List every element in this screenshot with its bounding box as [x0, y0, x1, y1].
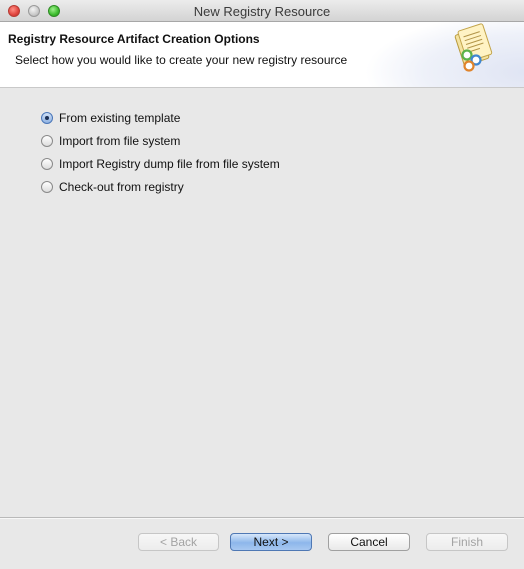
registry-documents-icon — [454, 23, 493, 72]
radio-check-out-from-registry[interactable] — [41, 181, 53, 193]
title-bar: New Registry Resource — [0, 0, 524, 22]
cancel-button[interactable]: Cancel — [328, 533, 410, 551]
radio-import-from-file-system[interactable] — [41, 135, 53, 147]
wizard-header: Registry Resource Artifact Creation Opti… — [0, 22, 524, 88]
option-label: Check-out from registry — [59, 180, 184, 194]
finish-button[interactable]: Finish — [426, 533, 508, 551]
option-import-registry-dump[interactable]: Import Registry dump file from file syst… — [41, 156, 280, 172]
option-import-from-file-system[interactable]: Import from file system — [41, 133, 180, 149]
option-check-out-from-registry[interactable]: Check-out from registry — [41, 179, 184, 195]
radio-import-registry-dump[interactable] — [41, 158, 53, 170]
button-bar-divider-highlight — [0, 518, 524, 519]
next-button[interactable]: Next > — [230, 533, 312, 551]
option-label: Import from file system — [59, 134, 181, 148]
option-label: Import Registry dump file from file syst… — [59, 157, 280, 171]
window-title: New Registry Resource — [193, 4, 331, 19]
back-button[interactable]: < Back — [138, 533, 219, 551]
header-description: Select how you would like to create your… — [15, 53, 348, 67]
radio-from-existing-template[interactable] — [41, 112, 53, 124]
option-from-existing-template[interactable]: From existing template — [41, 110, 180, 126]
wizard-content: From existing template Import from file … — [0, 88, 524, 517]
header-title: Registry Resource Artifact Creation Opti… — [8, 32, 260, 46]
option-label: From existing template — [59, 111, 181, 125]
